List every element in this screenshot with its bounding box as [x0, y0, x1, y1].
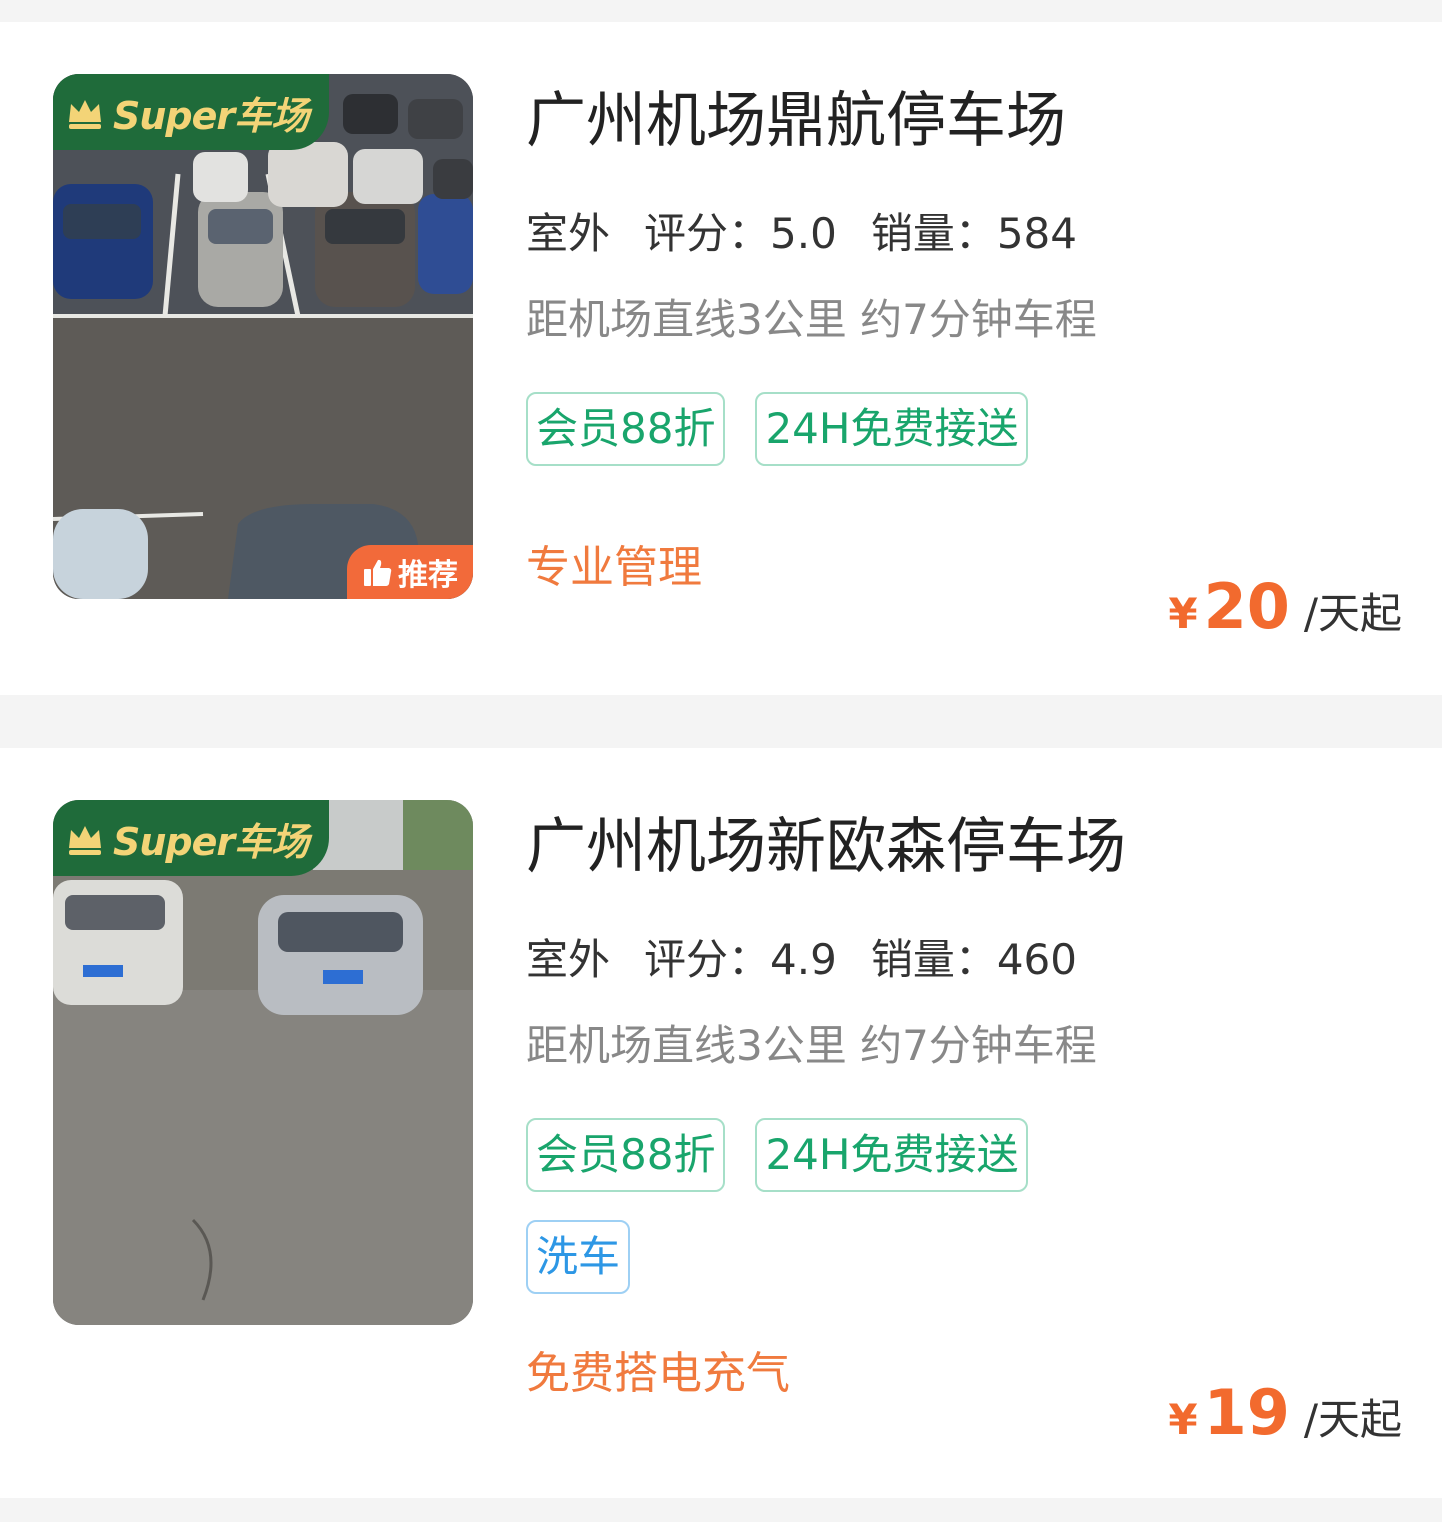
super-badge-label: Super车场	[113, 93, 309, 138]
parking-type: 室外	[526, 934, 617, 986]
parking-distance: 距机场直线3公里 约7分钟车程	[526, 295, 1097, 344]
parking-title[interactable]: 广州机场鼎航停车场	[526, 86, 1066, 156]
parking-card[interactable]: Super车场 广州机场新欧森停车场 室外 评分：4.9 销量：460 距机场直…	[0, 748, 1442, 1498]
tag-free-shuttle: 24H免费接送	[755, 392, 1029, 466]
recommend-label: 推荐	[398, 558, 458, 593]
parking-type: 室外	[526, 208, 617, 260]
parking-rating: 评分：5.0	[644, 209, 837, 258]
parking-tags: 会员88折 24H免费接送	[526, 392, 1126, 466]
parking-tags: 会员88折 24H免费接送 洗车	[526, 1118, 1126, 1294]
super-parking-badge: Super车场	[53, 74, 329, 150]
parking-price: ¥ 20 /天起	[1168, 570, 1402, 643]
price-amount: 20	[1203, 570, 1290, 643]
parking-rating: 评分：4.9	[644, 935, 837, 984]
parking-lot-photo	[53, 800, 473, 1325]
tag-car-wash: 洗车	[526, 1220, 631, 1294]
parking-type-label: 室外	[526, 935, 611, 984]
parking-type-label: 室外	[526, 209, 611, 258]
price-unit: /天起	[1303, 1395, 1402, 1444]
parking-lot-photo	[53, 74, 473, 599]
parking-photo[interactable]: Super车场	[53, 800, 473, 1325]
currency-symbol: ¥	[1168, 1395, 1198, 1444]
parking-sales: 销量：584	[870, 209, 1077, 258]
parking-meta: 室外 评分：5.0 销量：584	[526, 208, 1077, 260]
super-badge-label: Super车场	[113, 819, 309, 864]
parking-price: ¥ 19 /天起	[1168, 1376, 1402, 1449]
parking-title[interactable]: 广州机场新欧森停车场	[526, 812, 1126, 882]
super-parking-badge: Super车场	[53, 800, 329, 876]
parking-distance: 距机场直线3公里 约7分钟车程	[526, 1021, 1097, 1070]
parking-photo[interactable]: Super车场 推荐	[53, 74, 473, 599]
recommend-badge: 推荐	[347, 545, 473, 599]
crown-icon	[69, 100, 101, 129]
crown-icon	[69, 826, 101, 855]
parking-sales: 销量：460	[870, 935, 1077, 984]
thumbs-up-icon	[364, 559, 392, 586]
tag-member-discount: 会员88折	[526, 1118, 726, 1192]
parking-meta: 室外 评分：4.9 销量：460	[526, 934, 1077, 986]
price-amount: 19	[1203, 1376, 1290, 1449]
parking-feature: 免费搭电充气	[526, 1348, 790, 1399]
tag-free-shuttle: 24H免费接送	[755, 1118, 1029, 1192]
parking-feature: 专业管理	[526, 542, 702, 593]
tag-member-discount: 会员88折	[526, 392, 726, 466]
price-unit: /天起	[1303, 589, 1402, 638]
currency-symbol: ¥	[1168, 589, 1198, 638]
parking-card[interactable]: Super车场 推荐 广州机场鼎航停车场 室外 评分：5.0 销量：584 距机…	[0, 22, 1442, 695]
